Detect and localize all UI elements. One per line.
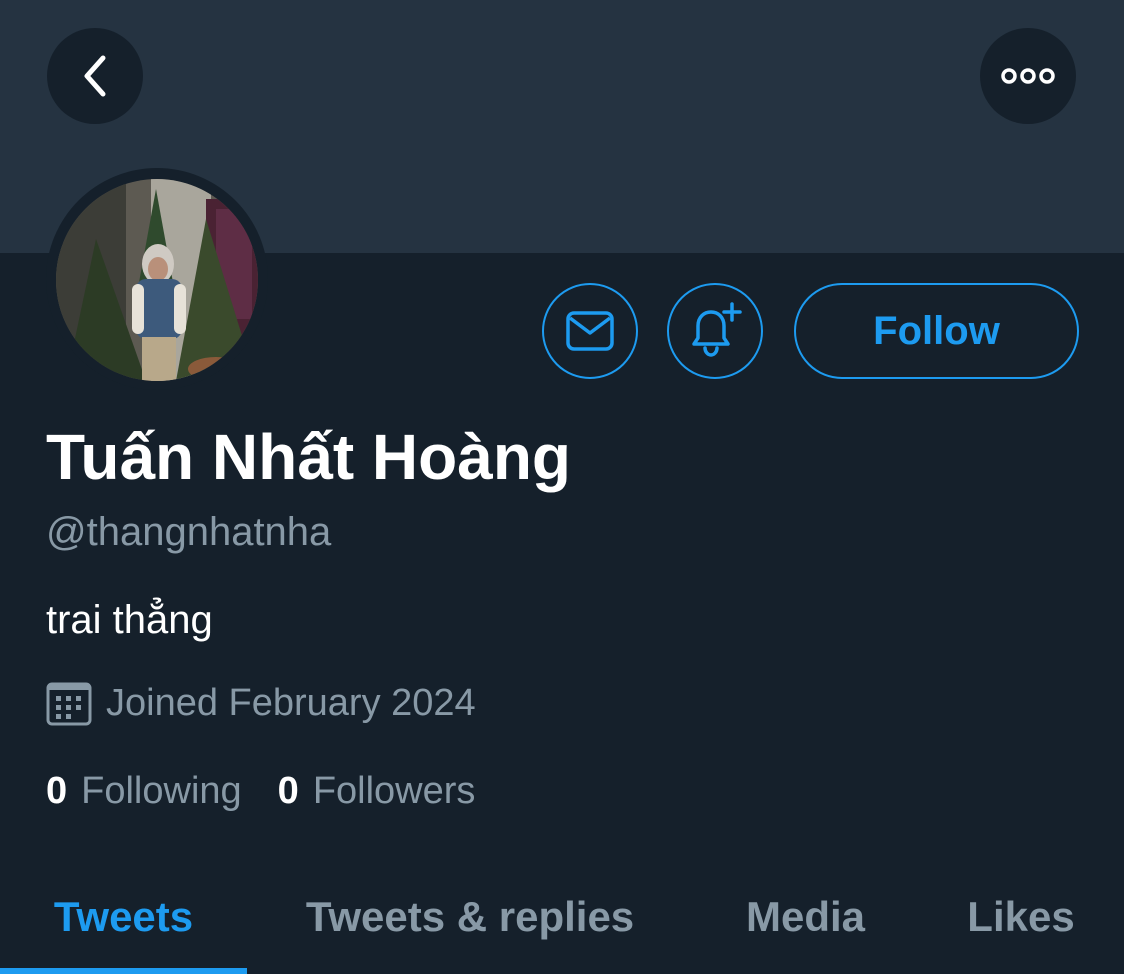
followers-count: 0 xyxy=(277,770,299,812)
message-button[interactable] xyxy=(542,283,638,379)
tab-media[interactable]: Media xyxy=(693,862,918,972)
tab-tweets-and-replies[interactable]: Tweets & replies xyxy=(247,862,693,972)
profile-tabs: Tweets Tweets & replies Media Likes xyxy=(0,862,1124,974)
follow-button-label: Follow xyxy=(873,308,1000,353)
mail-icon xyxy=(566,311,614,351)
profile-handle: @thangnhatnha xyxy=(46,510,332,554)
follow-counts: 0 Following 0 Followers xyxy=(46,770,511,813)
joined-date: Joined February 2024 xyxy=(46,680,476,726)
profile-bio: trai thẳng xyxy=(46,598,213,642)
back-button[interactable] xyxy=(47,28,143,124)
more-options-button[interactable] xyxy=(980,28,1076,124)
profile-screen: Follow Tuấn Nhất Hoàng @thangnhatnha tra… xyxy=(0,0,1124,974)
chevron-left-icon xyxy=(84,55,106,97)
calendar-icon xyxy=(46,682,92,726)
following-count: 0 xyxy=(46,770,68,812)
notifications-button[interactable] xyxy=(667,283,763,379)
more-horizontal-icon xyxy=(1001,68,1055,84)
avatar-photo xyxy=(56,179,258,381)
followers-link[interactable]: 0 Followers xyxy=(278,770,476,813)
joined-text: Joined February 2024 xyxy=(106,681,476,724)
active-tab-indicator xyxy=(0,968,247,974)
profile-name: Tuấn Nhất Hoàng xyxy=(46,421,571,493)
following-label: Following xyxy=(81,770,242,812)
following-link[interactable]: 0 Following xyxy=(46,770,242,813)
avatar[interactable] xyxy=(56,179,258,381)
tab-likes[interactable]: Likes xyxy=(918,862,1124,972)
bell-plus-icon xyxy=(692,302,742,357)
tab-tweets[interactable]: Tweets xyxy=(0,862,247,972)
followers-label: Followers xyxy=(312,770,476,812)
follow-button[interactable]: Follow xyxy=(794,283,1079,379)
